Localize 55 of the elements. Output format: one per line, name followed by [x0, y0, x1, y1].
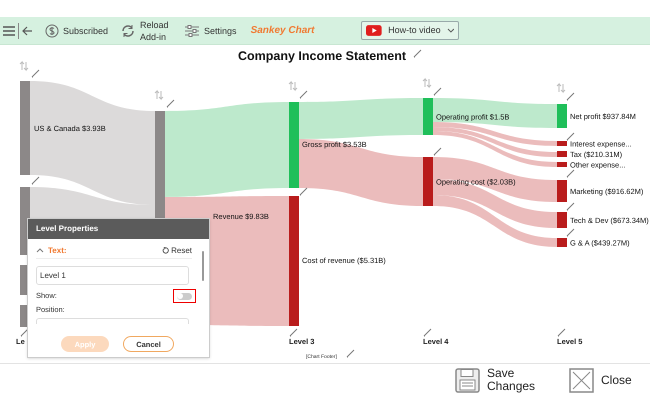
node-bar[interactable]: [557, 212, 567, 228]
node-bar[interactable]: [423, 157, 433, 206]
collapse-caret-icon[interactable]: [36, 248, 44, 253]
node-bar[interactable]: [557, 151, 567, 157]
back-arrow-icon[interactable]: [22, 26, 33, 36]
edit-icon[interactable]: [166, 100, 174, 108]
toolbar-button[interactable]: Reload Add-in: [120, 18, 172, 42]
edit-icon[interactable]: [300, 90, 308, 98]
edit-icon[interactable]: [346, 350, 354, 358]
show-toggle[interactable]: [173, 289, 196, 303]
edit-icon[interactable]: [566, 92, 574, 100]
edit-icon[interactable]: [434, 88, 442, 96]
edit-icon[interactable]: [566, 202, 574, 210]
node-bar[interactable]: [557, 162, 567, 167]
node-bar[interactable]: [289, 196, 299, 326]
edit-icon[interactable]: [32, 176, 40, 184]
edit-icon[interactable]: [300, 188, 308, 196]
close-button[interactable]: Close: [569, 368, 632, 392]
reload-icon: [120, 22, 136, 38]
edit-icon[interactable]: [566, 132, 574, 140]
edit-icon[interactable]: [290, 328, 298, 336]
save-changes-button[interactable]: Save Changes: [455, 367, 537, 393]
edit-icon[interactable]: [20, 328, 28, 336]
reset-button[interactable]: Reset: [162, 244, 192, 256]
node-bar[interactable]: [557, 141, 567, 146]
section-title: Text:: [48, 244, 67, 256]
save-icon: [455, 368, 480, 392]
node-bar[interactable]: [423, 98, 433, 135]
node-bar[interactable]: [557, 180, 567, 202]
node-bar[interactable]: [289, 102, 299, 188]
edit-icon[interactable]: [558, 328, 566, 336]
dollar-coin-icon: [45, 24, 59, 38]
panel-header: Level Properties: [28, 219, 209, 239]
edit-icon[interactable]: [566, 170, 574, 178]
edit-icon[interactable]: [566, 228, 574, 236]
video-dropdown[interactable]: How-to video: [361, 21, 460, 40]
node-bar[interactable]: [557, 238, 567, 247]
edit-icon[interactable]: [414, 50, 422, 58]
play-icon: [366, 25, 382, 36]
position-field[interactable]: [36, 318, 189, 324]
app-title: Sankey Chart: [250, 24, 314, 38]
text-field[interactable]: Level 1: [36, 266, 189, 285]
edit-icon[interactable]: [32, 70, 40, 78]
sliders-icon: [184, 24, 200, 38]
toolbar-button[interactable]: Settings: [184, 24, 237, 38]
node-bar[interactable]: [557, 104, 567, 128]
menu-icon[interactable]: [3, 26, 15, 36]
chevron-down-icon: [446, 28, 454, 33]
node-bar[interactable]: [20, 81, 30, 175]
reset-icon: [162, 247, 170, 254]
edit-icon[interactable]: [424, 328, 432, 336]
edit-icon[interactable]: [434, 148, 442, 156]
chart-title: Company Income Statement: [238, 49, 406, 63]
close-icon: [569, 368, 594, 392]
toolbar-button[interactable]: Subscribed: [45, 24, 108, 38]
